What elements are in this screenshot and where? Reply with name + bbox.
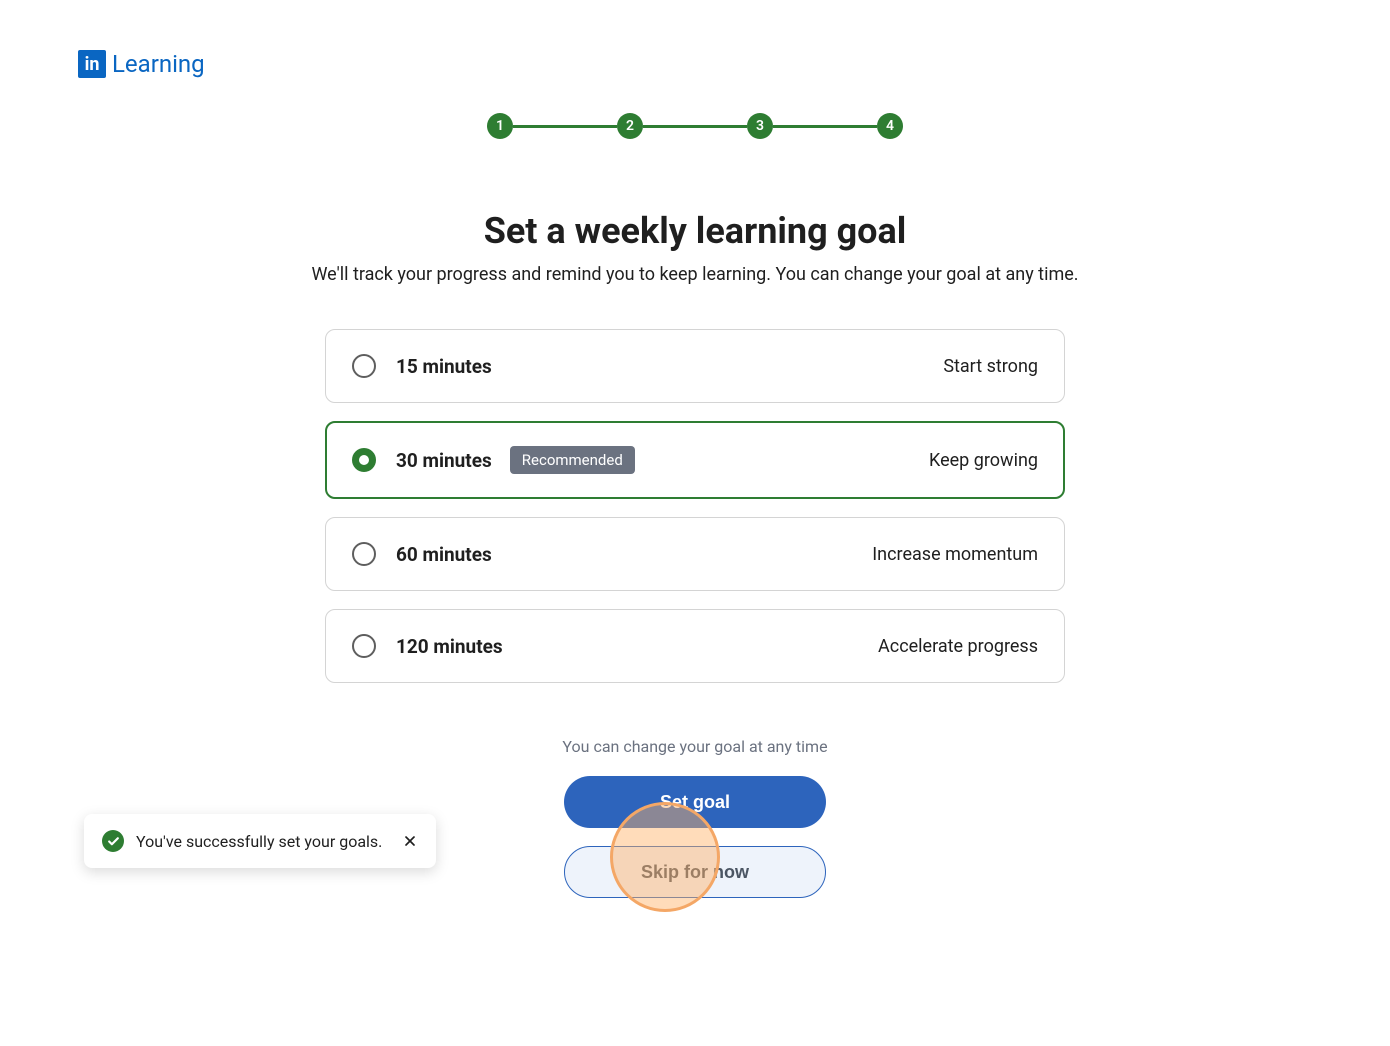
radio-icon: [352, 542, 376, 566]
step-1: 1: [487, 113, 513, 139]
goal-options: 15 minutes Start strong 30 minutes Recom…: [325, 329, 1065, 683]
close-icon[interactable]: [402, 833, 418, 849]
toast-text: You've successfully set your goals.: [136, 832, 382, 851]
option-desc: Increase momentum: [872, 544, 1038, 565]
step-3: 3: [747, 113, 773, 139]
progress-stepper: 1 2 3 4: [487, 113, 903, 139]
step-line: [513, 125, 617, 128]
check-icon: [102, 830, 124, 852]
main-content: Set a weekly learning goal We'll track y…: [310, 210, 1080, 898]
page-subtitle: We'll track your progress and remind you…: [310, 264, 1080, 285]
option-label: 60 minutes: [396, 543, 492, 566]
linkedin-logo-icon: in: [78, 50, 106, 78]
option-120-minutes[interactable]: 120 minutes Accelerate progress: [325, 609, 1065, 683]
radio-icon: [352, 448, 376, 472]
skip-for-now-button[interactable]: Skip for now: [564, 846, 826, 898]
option-label: 30 minutes: [396, 449, 492, 472]
option-label: 15 minutes: [396, 355, 492, 378]
option-desc: Start strong: [943, 356, 1038, 377]
recommended-badge: Recommended: [510, 446, 635, 474]
set-goal-button[interactable]: Set goal: [564, 776, 826, 828]
step-line: [773, 125, 877, 128]
option-desc: Keep growing: [929, 450, 1038, 471]
option-15-minutes[interactable]: 15 minutes Start strong: [325, 329, 1065, 403]
page-title: Set a weekly learning goal: [310, 210, 1080, 252]
option-label: 120 minutes: [396, 635, 503, 658]
step-2: 2: [617, 113, 643, 139]
logo[interactable]: in Learning: [78, 50, 205, 78]
option-desc: Accelerate progress: [878, 636, 1038, 657]
step-4: 4: [877, 113, 903, 139]
success-toast: You've successfully set your goals.: [84, 814, 436, 868]
step-line: [643, 125, 747, 128]
option-60-minutes[interactable]: 60 minutes Increase momentum: [325, 517, 1065, 591]
radio-icon: [352, 354, 376, 378]
radio-icon: [352, 634, 376, 658]
option-30-minutes[interactable]: 30 minutes Recommended Keep growing: [325, 421, 1065, 499]
logo-text: Learning: [112, 50, 205, 78]
footer-note: You can change your goal at any time: [310, 737, 1080, 756]
